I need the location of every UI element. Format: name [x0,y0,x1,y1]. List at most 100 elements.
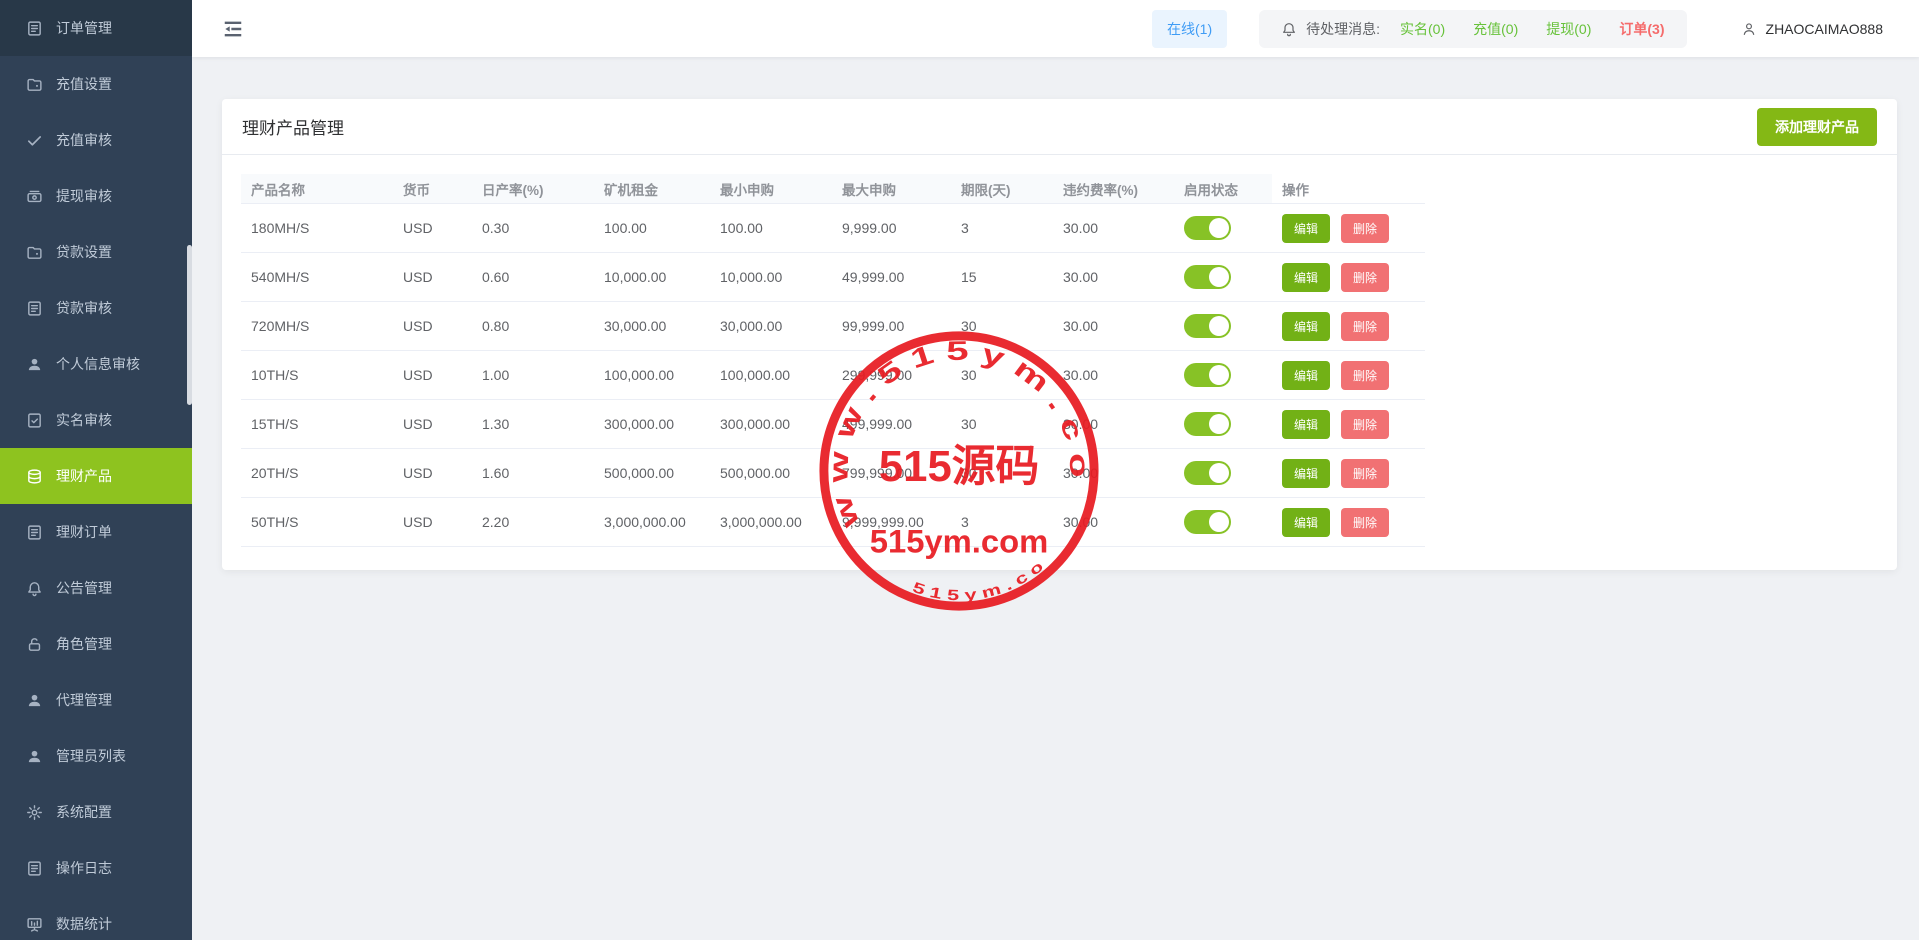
document-icon [26,860,43,877]
sidebar-scrollbar-thumb[interactable] [187,245,192,405]
add-product-button[interactable]: 添加理财产品 [1757,108,1877,146]
sidebar-item-15[interactable]: 操作日志 [0,840,192,896]
delete-button[interactable]: 删除 [1341,508,1389,537]
cell-max-purchase: 799,999.00 [832,449,951,497]
sidebar-item-label: 角色管理 [56,634,112,654]
cell-min-purchase: 500,000.00 [710,449,832,497]
status-toggle[interactable] [1184,265,1231,289]
sidebar-item-12[interactable]: 代理管理 [0,672,192,728]
sidebar-item-8[interactable]: 理财产品 [0,448,192,504]
cell-penalty-fee: 30.00 [1053,253,1174,301]
sidebar-item-16[interactable]: 数据统计 [0,896,192,940]
status-toggle[interactable] [1184,510,1231,534]
pending-item[interactable]: 订单(3) [1619,19,1664,39]
sidebar-item-3[interactable]: 提现审核 [0,168,192,224]
cell-product-name: 10TH/S [241,351,393,399]
edit-button[interactable]: 编辑 [1282,361,1330,390]
cell-max-purchase: 499,999.00 [832,400,951,448]
edit-button[interactable]: 编辑 [1282,214,1330,243]
edit-button[interactable]: 编辑 [1282,263,1330,292]
pending-item[interactable]: 实名(0) [1400,19,1445,39]
cell-actions: 编辑 删除 [1272,449,1425,497]
sidebar-item-5[interactable]: 贷款审核 [0,280,192,336]
table-row: 180MH/S USD 0.30 100.00 100.00 9,999.00 … [241,204,1425,253]
document-icon [26,300,43,317]
board-icon [26,916,43,933]
cell-daily-rate: 1.00 [472,351,594,399]
edit-button[interactable]: 编辑 [1282,508,1330,537]
sidebar-item-13[interactable]: 管理员列表 [0,728,192,784]
cell-status [1174,400,1272,448]
delete-button[interactable]: 删除 [1341,214,1389,243]
sidebar-item-10[interactable]: 公告管理 [0,560,192,616]
sidebar-item-11[interactable]: 角色管理 [0,616,192,672]
cell-min-purchase: 300,000.00 [710,400,832,448]
sidebar-item-6[interactable]: 个人信息审核 [0,336,192,392]
status-toggle[interactable] [1184,363,1231,387]
table-row: 720MH/S USD 0.80 30,000.00 30,000.00 99,… [241,302,1425,351]
online-badge[interactable]: 在线(1) [1152,10,1227,48]
cell-currency: USD [393,351,472,399]
table-row: 15TH/S USD 1.30 300,000.00 300,000.00 49… [241,400,1425,449]
cell-miner-rent: 10,000.00 [594,253,710,301]
toggle-knob [1209,414,1229,434]
cell-miner-rent: 100,000.00 [594,351,710,399]
cell-daily-rate: 0.60 [472,253,594,301]
cell-actions: 编辑 删除 [1272,498,1425,546]
delete-button[interactable]: 删除 [1341,410,1389,439]
sidebar-item-14[interactable]: 系统配置 [0,784,192,840]
sidebar-item-0[interactable]: 订单管理 [0,0,192,56]
cell-min-purchase: 30,000.00 [710,302,832,350]
pending-messages-pill: 待处理消息: 实名(0)充值(0)提现(0)订单(3) [1259,10,1686,48]
delete-button[interactable]: 删除 [1341,312,1389,341]
table-column-header: 期限(天) [951,174,1053,203]
cell-status [1174,302,1272,350]
delete-button[interactable]: 删除 [1341,263,1389,292]
cell-penalty-fee: 30.00 [1053,449,1174,497]
table-column-header: 启用状态 [1174,174,1272,203]
edit-button[interactable]: 编辑 [1282,459,1330,488]
cell-term-days: 30 [951,351,1053,399]
sidebar-item-label: 个人信息审核 [56,354,140,374]
sidebar-item-2[interactable]: 充值审核 [0,112,192,168]
topbar: 在线(1) 待处理消息: 实名(0)充值(0)提现(0)订单(3) ZHAOCA… [192,0,1919,57]
table-column-header: 最大申购 [832,174,951,203]
pending-item[interactable]: 提现(0) [1546,19,1591,39]
cell-min-purchase: 100.00 [710,204,832,252]
pending-item[interactable]: 充值(0) [1473,19,1518,39]
sidebar-item-1[interactable]: 充值设置 [0,56,192,112]
edit-button[interactable]: 编辑 [1282,410,1330,439]
cell-actions: 编辑 删除 [1272,204,1425,252]
sidebar-item-4[interactable]: 贷款设置 [0,224,192,280]
delete-button[interactable]: 删除 [1341,361,1389,390]
toggle-knob [1209,365,1229,385]
cell-max-purchase: 49,999.00 [832,253,951,301]
cell-daily-rate: 2.20 [472,498,594,546]
cell-max-purchase: 99,999.00 [832,302,951,350]
status-toggle[interactable] [1184,314,1231,338]
table-row: 50TH/S USD 2.20 3,000,000.00 3,000,000.0… [241,498,1425,547]
status-toggle[interactable] [1184,461,1231,485]
sidebar-item-label: 代理管理 [56,690,112,710]
status-toggle[interactable] [1184,216,1231,240]
cell-min-purchase: 3,000,000.00 [710,498,832,546]
cell-term-days: 3 [951,204,1053,252]
sidebar-item-7[interactable]: 实名审核 [0,392,192,448]
sidebar-item-9[interactable]: 理财订单 [0,504,192,560]
topbar-right-group: 在线(1) 待处理消息: 实名(0)充值(0)提现(0)订单(3) ZHAOCA… [1152,10,1883,48]
table-column-header: 最小申购 [710,174,832,203]
sidebar-item-label: 管理员列表 [56,746,126,766]
products-table: 产品名称货币日产率(%)矿机租金最小申购最大申购期限(天)违约费率(%)启用状态… [241,174,1425,547]
cell-product-name: 720MH/S [241,302,393,350]
sidebar-collapse-icon[interactable] [222,18,246,40]
edit-button[interactable]: 编辑 [1282,312,1330,341]
cell-status [1174,253,1272,301]
table-row: 20TH/S USD 1.60 500,000.00 500,000.00 79… [241,449,1425,498]
status-toggle[interactable] [1184,412,1231,436]
toggle-knob [1209,512,1229,532]
user-menu[interactable]: ZHAOCAIMAO888 [1741,21,1883,37]
delete-button[interactable]: 删除 [1341,459,1389,488]
toggle-knob [1209,267,1229,287]
cell-status [1174,449,1272,497]
page-title: 理财产品管理 [242,114,344,139]
